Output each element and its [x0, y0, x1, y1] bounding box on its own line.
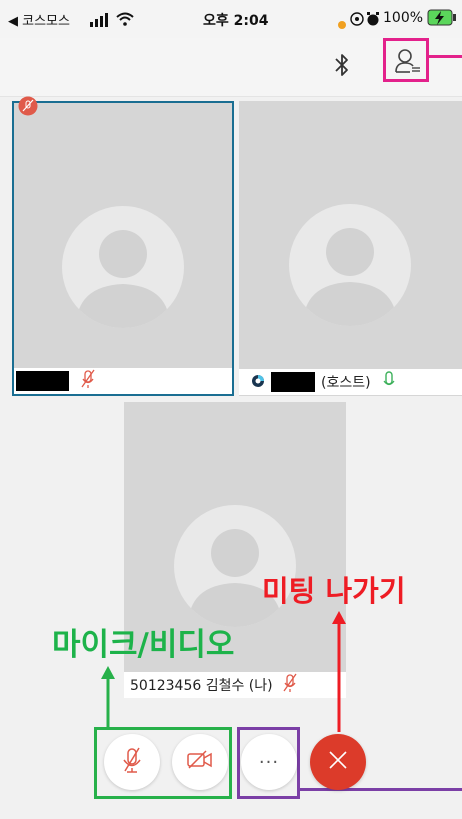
more-options-button[interactable]: ···	[241, 734, 297, 790]
more-options-icon: ···	[258, 751, 280, 773]
battery-charging-icon	[427, 9, 457, 31]
avatar	[62, 206, 184, 328]
clock-time: 오후 2:04	[203, 13, 269, 29]
orange-dot-icon	[338, 14, 346, 33]
host-indicator-icon	[251, 373, 265, 392]
annotation-leave-meeting: 미팅 나가기	[262, 574, 406, 608]
leave-meeting-button[interactable]	[310, 734, 366, 790]
mic-muted-icon	[81, 369, 95, 393]
annotation-line-purple	[300, 788, 462, 791]
carrier-label: ◀ 코스모스	[8, 14, 70, 29]
redacted-name	[271, 372, 315, 392]
video-off-icon	[186, 750, 214, 774]
mic-muted-icon	[283, 673, 297, 697]
bluetooth-icon[interactable]	[333, 52, 351, 84]
tile-footer: 50123456 김철수 (나)	[124, 672, 346, 698]
participant-list-icon[interactable]	[394, 47, 422, 79]
self-name-label: 50123456 김철수 (나)	[130, 678, 273, 694]
wifi-icon	[116, 11, 134, 30]
annotation-mic-video: 마이크/비디오	[52, 627, 235, 663]
annotation-arrow-red	[332, 611, 346, 732]
participants-button-highlight[interactable]	[383, 38, 429, 82]
meeting-toolbar	[0, 38, 462, 97]
tile-footer: (호스트)	[239, 369, 462, 395]
status-bar: ◀ 코스모스 오후 2:04 100%	[0, 0, 462, 38]
video-tile-participant-1[interactable]	[12, 101, 234, 396]
redacted-name	[16, 371, 69, 391]
location-icon	[350, 11, 364, 30]
host-label: (호스트)	[321, 375, 371, 391]
video-toggle-button[interactable]	[172, 734, 228, 790]
alarm-icon	[366, 11, 380, 30]
battery-percent: 100%	[383, 10, 424, 26]
mic-on-icon	[383, 370, 395, 394]
mic-muted-icon	[122, 746, 142, 778]
tile-footer	[14, 368, 232, 394]
muted-badge-icon	[18, 96, 38, 120]
avatar	[289, 204, 411, 326]
video-tile-participant-2[interactable]: (호스트)	[239, 101, 462, 396]
signal-icon	[90, 12, 112, 31]
close-icon	[326, 748, 350, 776]
mic-toggle-button[interactable]	[104, 734, 160, 790]
annotation-arrow-pink	[429, 55, 462, 58]
annotation-arrow-green	[101, 666, 115, 728]
